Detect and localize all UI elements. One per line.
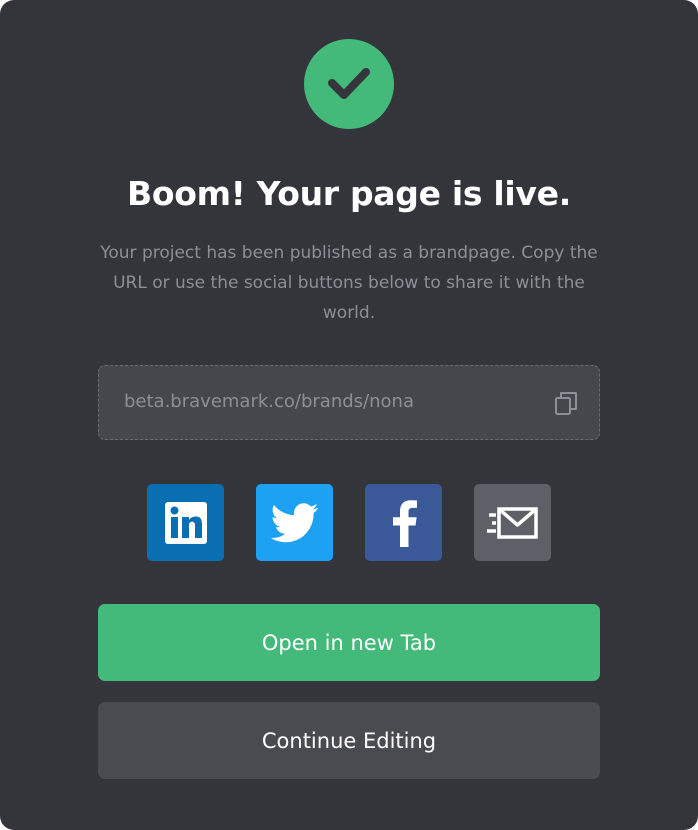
linkedin-icon <box>164 501 207 544</box>
email-icon <box>486 506 538 539</box>
share-email-button[interactable] <box>474 484 551 561</box>
page-url[interactable]: beta.bravemark.co/brands/nona <box>124 366 414 438</box>
dialog-title: Boom! Your page is live. <box>127 174 571 213</box>
continue-editing-button[interactable]: Continue Editing <box>98 702 600 779</box>
facebook-icon <box>392 499 417 547</box>
check-icon <box>328 68 370 99</box>
copy-url-button[interactable] <box>553 390 579 416</box>
url-field[interactable]: beta.bravemark.co/brands/nona <box>98 365 600 440</box>
share-linkedin-button[interactable] <box>147 484 224 561</box>
dialog-description: Your project has been published as a bra… <box>100 243 598 323</box>
success-check-badge <box>304 39 394 129</box>
share-facebook-button[interactable] <box>365 484 442 561</box>
copy-icon <box>555 392 577 415</box>
share-twitter-button[interactable] <box>256 484 333 561</box>
twitter-icon <box>270 502 318 542</box>
open-in-new-tab-button[interactable]: Open in new Tab <box>98 604 600 681</box>
publish-success-dialog: Boom! Your page is live. Your project ha… <box>0 0 698 830</box>
